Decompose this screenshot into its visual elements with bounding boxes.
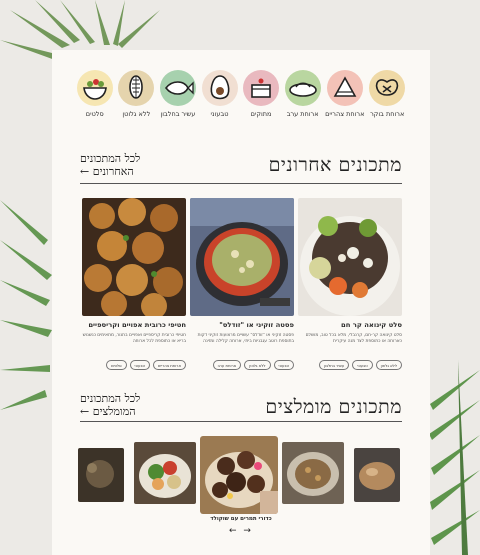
tag[interactable]: עשיר בחלבון bbox=[318, 360, 350, 370]
link-line-2: האחרונים ← bbox=[80, 165, 134, 178]
tag[interactable]: ללא גלוטן bbox=[375, 360, 402, 370]
salad-bowl-icon bbox=[82, 79, 107, 100]
category-circle bbox=[326, 70, 363, 106]
category-label: מתוקים bbox=[250, 110, 272, 118]
category-item[interactable]: ארוחת ערב bbox=[284, 70, 322, 118]
category-circle bbox=[284, 70, 321, 106]
link-line-1: לכל המתכונים bbox=[80, 152, 141, 165]
recipe-tags: ארוחת צהריים טבעוני סלטים bbox=[82, 360, 186, 370]
tag[interactable]: סלטים bbox=[106, 360, 127, 370]
corn-icon bbox=[129, 75, 144, 99]
category-circle bbox=[159, 70, 196, 106]
category-label: ארוחת ערב bbox=[286, 110, 319, 118]
category-circle bbox=[201, 70, 238, 106]
section-title-featured: מתכונים מומלצים bbox=[265, 396, 402, 418]
plate-icon bbox=[288, 82, 317, 97]
category-label: עשיר בחלבון bbox=[160, 110, 196, 118]
recipe-tags: ללא גלוטן טבעוני עשיר בחלבון bbox=[298, 360, 402, 370]
carousel-slide[interactable] bbox=[134, 442, 196, 504]
category-label: ארוחת בוקר bbox=[370, 110, 405, 118]
category-label: טבעוני bbox=[210, 110, 229, 118]
category-circle bbox=[118, 70, 155, 106]
carousel-caption: כדורי תמרים עם שוקולד bbox=[210, 516, 272, 522]
tag[interactable]: טבעוני bbox=[352, 360, 373, 370]
recipe-card[interactable]: חטיפי כרובית אפויים וקריספיים חטיפי כרוב… bbox=[82, 198, 186, 370]
link-line-1: לכל המתכונים bbox=[80, 392, 141, 405]
category-item[interactable]: טבעוני bbox=[201, 70, 239, 118]
section-divider bbox=[80, 183, 402, 184]
leaf-decoration-right bbox=[429, 360, 480, 555]
section-title-latest: מתכונים אחרונים bbox=[268, 154, 402, 176]
category-circle bbox=[243, 70, 280, 106]
latest-recipes-header: מתכונים אחרונים לכל המתכונים האחרונים ← bbox=[80, 150, 402, 186]
category-label: ללא גלוטן bbox=[122, 110, 151, 118]
recipe-description: סלט קינואה קר-חם, קרנבלי, מלא בכל טוב, מ… bbox=[305, 333, 402, 344]
recipe-description: פסטה זוקיני או "זודלס" עשויים מרצועות זו… bbox=[197, 333, 294, 344]
featured-carousel bbox=[78, 436, 404, 516]
carousel-prev-icon[interactable]: ← bbox=[229, 526, 237, 536]
recipe-title: סלט קינואה קר חם bbox=[341, 321, 402, 329]
category-circle bbox=[76, 70, 113, 106]
featured-recipes-header: מתכונים מומלצים לכל המתכונים המומלצים ← bbox=[80, 390, 402, 426]
carousel-slide[interactable] bbox=[354, 448, 400, 502]
tag[interactable]: ללא גלוטן bbox=[244, 360, 271, 370]
recipe-title: חטיפי כרובית אפויים וקריספיים bbox=[88, 321, 186, 329]
recipe-card[interactable]: פסטה זוקיני או "זודלס" פסטה זוקיני או "ז… bbox=[190, 198, 294, 370]
tag[interactable]: ארוחת ערב bbox=[212, 360, 242, 370]
carousel-slide[interactable] bbox=[78, 448, 124, 502]
link-line-2: המומלצים ← bbox=[80, 405, 136, 418]
recipe-image-cauliflower-bites bbox=[82, 198, 186, 316]
recipe-card[interactable]: סלט קינואה קר חם סלט קינואה קר-חם, קרנבל… bbox=[298, 198, 402, 370]
carousel-next-icon[interactable]: → bbox=[243, 526, 251, 536]
tag[interactable]: ארוחת צהריים bbox=[153, 360, 186, 370]
leaf-decoration-left bbox=[0, 200, 52, 410]
recipe-site-page: ארוחת בוקר ארוחת צהריים ארוחת ערב מתוקים טבע… bbox=[52, 50, 430, 555]
tag[interactable]: טבעוני bbox=[273, 360, 294, 370]
recipe-description: חטיפי כרובית קריספיים ואפויים בתנור, מתא… bbox=[82, 333, 186, 344]
recipe-title: פסטה זוקיני או "זודלס" bbox=[219, 321, 294, 329]
category-label: ארוחת צהריים bbox=[325, 110, 365, 118]
avocado-icon bbox=[210, 75, 229, 100]
category-item[interactable]: מתוקים bbox=[242, 70, 280, 118]
cake-icon bbox=[251, 78, 271, 98]
sandwich-icon bbox=[333, 76, 357, 97]
category-item[interactable]: ללא גלוטן bbox=[118, 70, 156, 118]
category-item[interactable]: עשיר בחלבון bbox=[159, 70, 197, 118]
section-divider bbox=[80, 421, 402, 422]
category-item[interactable]: ארוחת צהריים bbox=[325, 70, 364, 118]
fish-icon bbox=[164, 81, 194, 95]
category-nav: ארוחת בוקר ארוחת צהריים ארוחת ערב מתוקים טבע… bbox=[52, 70, 430, 118]
carousel-slide-active[interactable] bbox=[200, 436, 278, 514]
pretzel-icon bbox=[376, 79, 399, 96]
recipe-image-quinoa-salad bbox=[298, 198, 402, 316]
all-featured-recipes-link[interactable]: לכל המתכונים המומלצים ← bbox=[80, 392, 160, 418]
recipe-tags: טבעוני ללא גלוטן ארוחת ערב bbox=[190, 360, 294, 370]
carousel-slide[interactable] bbox=[282, 442, 344, 504]
category-item[interactable]: סלטים bbox=[76, 70, 114, 118]
carousel-arrows: ← → bbox=[227, 526, 253, 536]
category-label: סלטים bbox=[85, 110, 104, 118]
all-latest-recipes-link[interactable]: לכל המתכונים האחרונים ← bbox=[80, 152, 160, 178]
tag[interactable]: טבעוני bbox=[129, 360, 150, 370]
category-circle bbox=[369, 70, 406, 106]
recipe-image-zucchini-pasta bbox=[190, 198, 294, 316]
recipe-card-list: סלט קינואה קר חם סלט קינואה קר-חם, קרנבל… bbox=[80, 198, 402, 370]
category-item[interactable]: ארוחת בוקר bbox=[368, 70, 406, 118]
